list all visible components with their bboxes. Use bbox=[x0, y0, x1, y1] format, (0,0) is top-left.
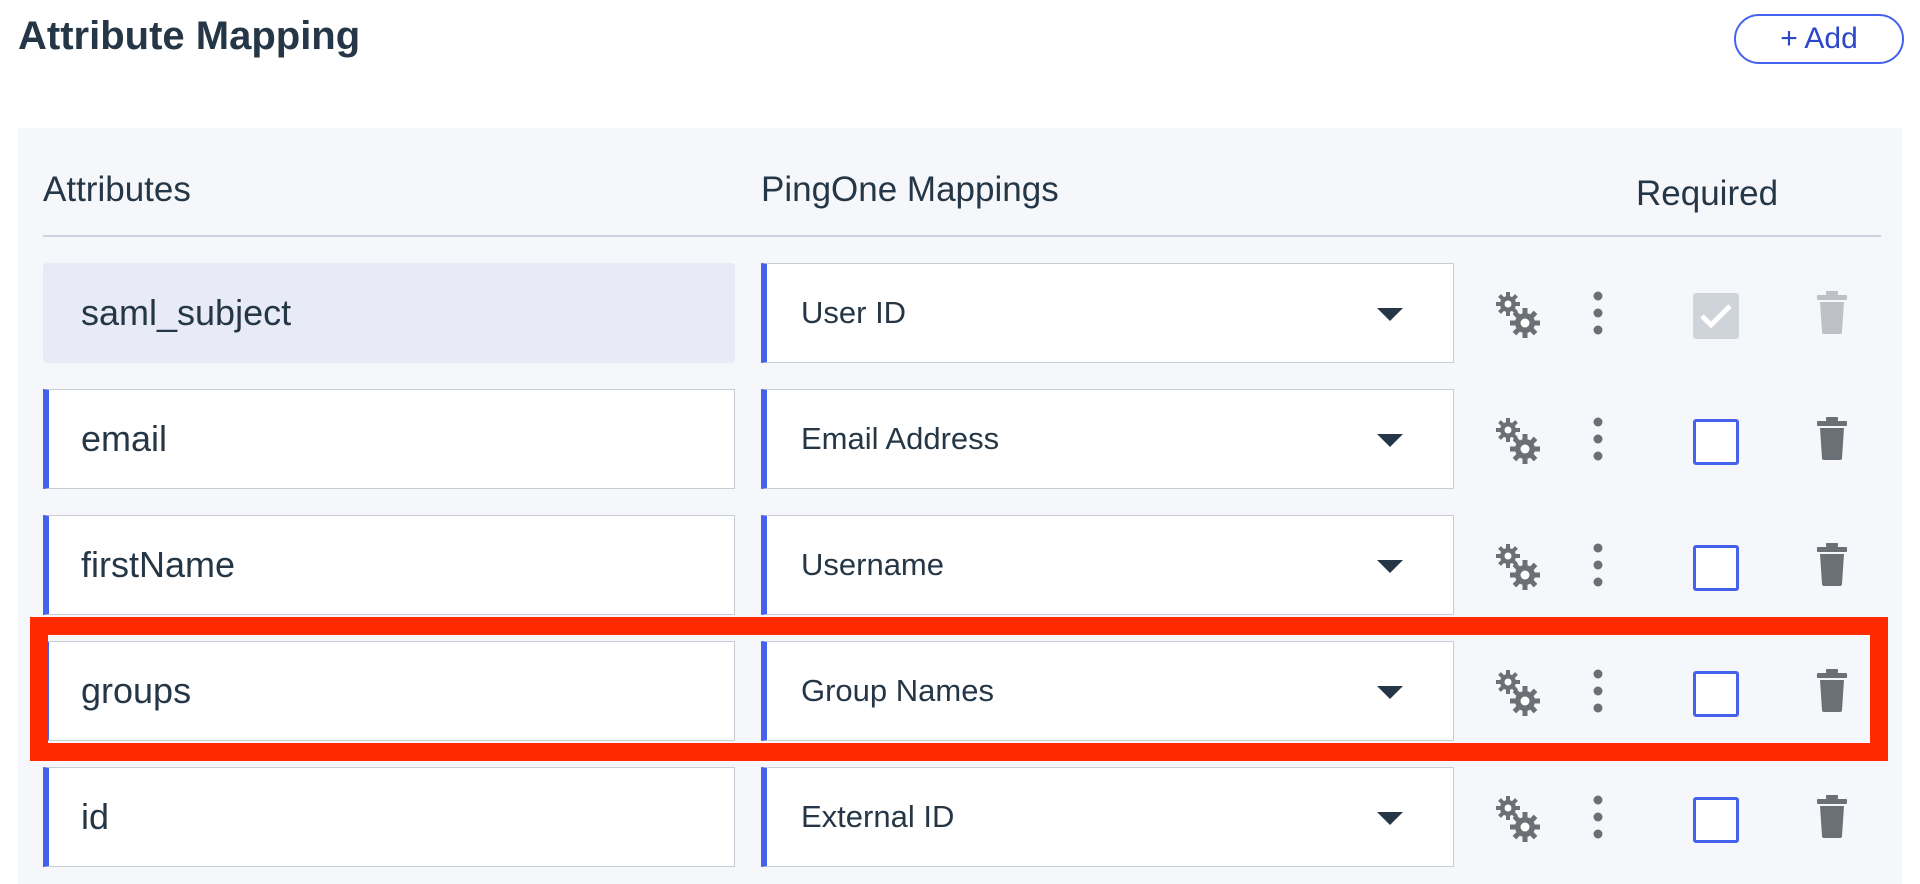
trash-icon[interactable] bbox=[1817, 668, 1847, 712]
add-attribute-button[interactable]: + Add bbox=[1734, 14, 1904, 64]
required-checkbox[interactable] bbox=[1693, 671, 1739, 717]
attribute-input[interactable] bbox=[43, 767, 735, 867]
trash-icon[interactable] bbox=[1817, 794, 1847, 838]
mapping-select-value: Group Names bbox=[801, 673, 994, 708]
mapping-select[interactable]: External ID bbox=[761, 767, 1454, 867]
gears-icon[interactable] bbox=[1493, 291, 1541, 339]
trash-icon bbox=[1817, 290, 1847, 334]
mapping-select[interactable]: User ID bbox=[761, 263, 1454, 363]
trash-icon[interactable] bbox=[1817, 416, 1847, 460]
mapping-select-value: User ID bbox=[801, 295, 907, 330]
table-row: Email Address bbox=[0, 389, 1920, 489]
mapping-select-value: Username bbox=[801, 547, 944, 582]
table-row: Username bbox=[0, 515, 1920, 615]
table-row: External ID bbox=[0, 767, 1920, 867]
mapping-select-value: Email Address bbox=[801, 421, 1000, 456]
attribute-input[interactable] bbox=[43, 641, 735, 741]
gears-icon[interactable] bbox=[1493, 417, 1541, 465]
chevron-down-icon bbox=[1377, 812, 1403, 825]
trash-icon[interactable] bbox=[1817, 542, 1847, 586]
mapping-select[interactable]: Username bbox=[761, 515, 1454, 615]
kebab-menu-icon[interactable] bbox=[1588, 417, 1608, 461]
mapping-select-value: External ID bbox=[801, 799, 955, 834]
header-divider bbox=[43, 235, 1881, 237]
chevron-down-icon bbox=[1377, 308, 1403, 321]
kebab-menu-icon[interactable] bbox=[1588, 669, 1608, 713]
column-header-mappings: PingOne Mappings bbox=[761, 170, 1059, 209]
table-row: Group Names bbox=[0, 641, 1920, 741]
mapping-select[interactable]: Email Address bbox=[761, 389, 1454, 489]
kebab-menu-icon[interactable] bbox=[1588, 795, 1608, 839]
page-title: Attribute Mapping bbox=[18, 14, 361, 58]
chevron-down-icon bbox=[1377, 560, 1403, 573]
attribute-input[interactable] bbox=[43, 263, 735, 363]
chevron-down-icon bbox=[1377, 434, 1403, 447]
check-icon bbox=[1700, 304, 1732, 329]
column-header-attributes: Attributes bbox=[43, 170, 191, 209]
kebab-menu-icon[interactable] bbox=[1588, 291, 1608, 335]
attribute-input[interactable] bbox=[43, 515, 735, 615]
chevron-down-icon bbox=[1377, 686, 1403, 699]
mapping-select[interactable]: Group Names bbox=[761, 641, 1454, 741]
required-checkbox[interactable] bbox=[1693, 419, 1739, 465]
attribute-input[interactable] bbox=[43, 389, 735, 489]
required-checkbox[interactable] bbox=[1693, 545, 1739, 591]
gears-icon[interactable] bbox=[1493, 669, 1541, 717]
kebab-menu-icon[interactable] bbox=[1588, 543, 1608, 587]
column-header-required: Required bbox=[1636, 174, 1779, 213]
gears-icon[interactable] bbox=[1493, 795, 1541, 843]
required-checkbox bbox=[1693, 293, 1739, 339]
gears-icon[interactable] bbox=[1493, 543, 1541, 591]
required-checkbox[interactable] bbox=[1693, 797, 1739, 843]
table-row: User ID bbox=[0, 263, 1920, 363]
